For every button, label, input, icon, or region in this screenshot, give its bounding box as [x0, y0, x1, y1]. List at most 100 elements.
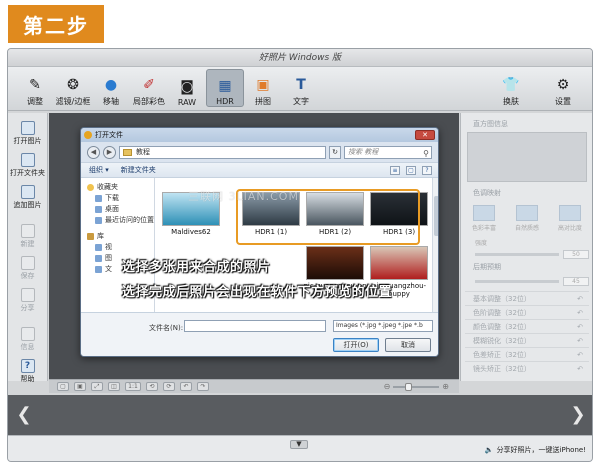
chevron-right-icon[interactable]: ❯	[570, 403, 586, 427]
toolbar-raw-button[interactable]: ◙ RAW	[168, 69, 206, 107]
rotate-right-icon[interactable]: ⟳	[163, 382, 175, 391]
reset-icon: ↶	[577, 365, 583, 373]
reset-icon: ↶	[577, 337, 583, 345]
scrollbar-thumb[interactable]	[434, 196, 438, 236]
open-folder-button[interactable]: 打开文件夹	[10, 151, 46, 180]
settings-button[interactable]: ⚙ 设置	[544, 69, 582, 107]
crop-icon[interactable]: ▢	[57, 382, 69, 391]
info-button[interactable]: 信息	[10, 325, 46, 354]
nav-item-libraries[interactable]: 库	[81, 231, 154, 242]
toolbar-adjust-button[interactable]: ✎ 调整	[16, 69, 54, 107]
panel-row-color[interactable]: 颜色调整（32位） ↶	[465, 319, 589, 333]
panel-row-levels[interactable]: 色阶调整（32位） ↶	[465, 305, 589, 319]
undo-icon[interactable]: ↶	[180, 382, 192, 391]
effect-thumbnail	[516, 205, 538, 221]
panel-row-blur[interactable]: 模糊锐化（32位） ↶	[465, 333, 589, 347]
zoom-slider-handle[interactable]	[405, 382, 413, 391]
search-input[interactable]: 搜索 教程 ⚲	[344, 145, 432, 159]
zoom-control: ⊖ ⊕	[384, 382, 449, 391]
exposure-track-row[interactable]: 45	[465, 275, 589, 287]
rotate-left-icon[interactable]: ⟲	[146, 382, 158, 391]
help-icon[interactable]: ?	[422, 166, 432, 175]
sidebar-label: 信息	[20, 343, 35, 351]
watermark: 三联网 3LIAN.COM	[188, 190, 299, 203]
intensity-slider[interactable]: 强度	[465, 236, 589, 248]
star-icon	[87, 184, 94, 191]
panel-row-chroma[interactable]: 色差矫正（32位） ↶	[465, 347, 589, 361]
effect-thumbnail	[559, 205, 581, 221]
intensity-track-row[interactable]: 50	[465, 248, 589, 260]
share-text: 分享好照片，一键送iPhone!	[496, 446, 586, 454]
nav-item-favorites[interactable]: 收藏夹	[81, 182, 154, 193]
save-button[interactable]: 保存	[10, 254, 46, 283]
cancel-button[interactable]: 取消	[385, 338, 431, 352]
chevron-left-icon[interactable]: ❮	[16, 403, 32, 427]
effect-high-contrast[interactable]: 高对比度	[551, 205, 589, 232]
panel-row-basic[interactable]: 基本调整（32位） ↶	[465, 291, 589, 305]
forward-icon[interactable]: ▶	[103, 145, 116, 159]
effect-natural[interactable]: 自然质感	[508, 205, 546, 232]
nav-item-desktop[interactable]: 桌面	[81, 204, 154, 215]
actual-size-button[interactable]: 1:1	[125, 382, 141, 391]
image-icon	[20, 121, 35, 135]
file-list-scrollbar[interactable]	[432, 178, 438, 312]
reset-icon: ↶	[577, 351, 583, 359]
toolbar-text-button[interactable]: T 文字	[282, 69, 320, 107]
save-icon	[20, 256, 35, 270]
folder-icon	[20, 153, 35, 167]
filmstrip: ❮ ❯	[8, 395, 592, 435]
toolbar-tiltshift-button[interactable]: ● 移轴	[92, 69, 130, 107]
open-button[interactable]: 打开(O)	[333, 338, 379, 352]
annotation-line2: 选择完成后照片会出现在软件下方预览的位置	[122, 285, 393, 300]
fit-icon[interactable]: ⤢	[91, 382, 103, 391]
image-icon[interactable]: ▣	[74, 382, 86, 391]
step-badge: 第二步	[8, 5, 104, 43]
search-placeholder: 搜索 教程	[348, 147, 379, 156]
toolbar-localcolor-button[interactable]: ✐ 局部彩色	[130, 69, 168, 107]
zoom-slider[interactable]	[393, 382, 440, 391]
file-name: Maldives62	[171, 228, 211, 236]
collapse-toggle[interactable]: ▼	[290, 440, 308, 449]
share-link[interactable]: 🔈 分享好照片，一键送iPhone!	[485, 445, 586, 455]
dialog-footer: 文件名(N): Images (*.jpg *.jpeg *.jpe *.b 打…	[81, 312, 438, 356]
nav-item-videos[interactable]: 视	[81, 242, 154, 253]
view-options-icon[interactable]: ≡	[390, 166, 400, 175]
new-folder-button[interactable]: 新建文件夹	[121, 165, 156, 175]
panel-row-lens[interactable]: 镜头矫正（32位） ↶	[465, 361, 589, 375]
address-bar[interactable]: 教程	[119, 145, 326, 159]
open-image-button[interactable]: 打开图片	[10, 119, 46, 148]
hdr-icon: ▦	[218, 78, 232, 94]
new-button[interactable]: 新建	[10, 222, 46, 251]
toolbar-filter-button[interactable]: ❂ 滤镜/边框	[54, 69, 92, 107]
speaker-icon: 🔈	[484, 446, 494, 454]
nav-item-downloads[interactable]: 下载	[81, 193, 154, 204]
nav-label: 收藏夹	[97, 183, 118, 191]
compare-icon[interactable]: ◫	[108, 382, 120, 391]
back-icon[interactable]: ◀	[87, 145, 100, 159]
toolbar-collage-button[interactable]: ▣ 拼图	[244, 69, 282, 107]
slider-track[interactable]	[475, 279, 559, 283]
exposure-value[interactable]: 45	[563, 276, 589, 286]
append-image-button[interactable]: 追加图片	[10, 183, 46, 212]
effect-rich-color[interactable]: 色彩丰富	[465, 205, 503, 232]
file-thumbnail	[370, 246, 428, 280]
help-button[interactable]: ? 帮助	[10, 357, 46, 386]
filename-input[interactable]	[184, 320, 326, 332]
toolbar-hdr-button[interactable]: ▦ HDR	[206, 69, 244, 107]
filetype-select[interactable]: Images (*.jpg *.jpeg *.jpe *.b	[333, 320, 433, 332]
nav-item-recent[interactable]: 最近访问的位置	[81, 215, 154, 226]
text-icon: T	[296, 77, 306, 93]
redo-icon[interactable]: ↷	[197, 382, 209, 391]
zoom-out-icon[interactable]: ⊖	[384, 382, 391, 391]
close-button[interactable]: ✕	[415, 130, 435, 140]
zoom-in-icon[interactable]: ⊕	[442, 382, 449, 391]
share-button[interactable]: 分享	[10, 286, 46, 315]
skin-button[interactable]: 👕 换肤	[492, 69, 530, 107]
slider-track[interactable]	[475, 252, 559, 256]
histogram-header: 直方图信息	[473, 120, 508, 128]
organize-button[interactable]: 组织 ▾	[89, 165, 109, 175]
refresh-icon[interactable]: ↻	[329, 145, 341, 159]
intensity-value[interactable]: 50	[563, 249, 589, 259]
preview-pane-icon[interactable]: ▢	[406, 166, 416, 175]
dialog-nav-bar: ◀ ▶ 教程 ↻ 搜索 教程 ⚲	[81, 142, 438, 162]
